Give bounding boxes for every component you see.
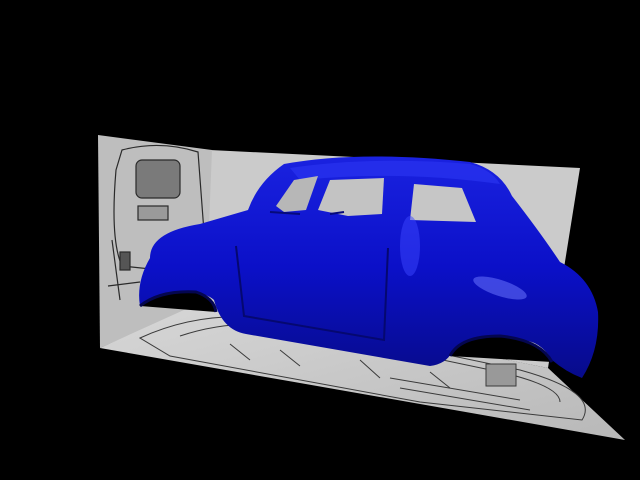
scene-canvas <box>98 135 625 440</box>
door-highlight <box>400 216 420 276</box>
3d-viewport[interactable] <box>0 0 640 480</box>
